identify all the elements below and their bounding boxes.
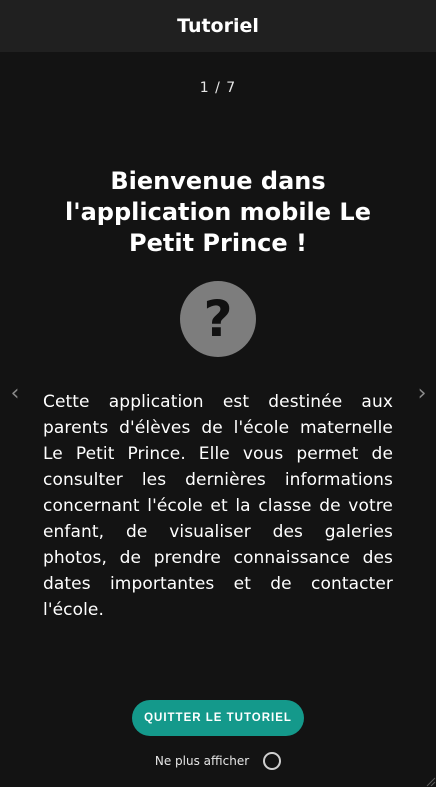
tutorial-slide: 1 / 7 Bienvenue dans l'application mobil…	[0, 52, 436, 787]
chevron-right-icon: ›	[417, 381, 427, 406]
page-counter: 1 / 7	[199, 80, 237, 96]
do-not-show-again-row: Ne plus afficher	[0, 750, 436, 772]
help-icon: ?	[180, 281, 256, 357]
resize-grip-icon	[426, 777, 436, 787]
quit-tutorial-button[interactable]: QUITTER LE TUTORIEL	[132, 700, 304, 736]
next-slide-button[interactable]: ›	[412, 380, 432, 408]
app-header: Tutoriel	[0, 0, 436, 52]
slide-title: Bienvenue dans l'application mobile Le P…	[65, 167, 371, 257]
slide-description: Cette application est destinée aux paren…	[43, 392, 393, 620]
chevron-left-icon: ‹	[10, 381, 20, 406]
previous-slide-button[interactable]: ‹	[5, 380, 25, 408]
header-title: Tutoriel	[177, 15, 259, 37]
do-not-show-again-radio[interactable]	[263, 752, 282, 770]
help-icon-glyph: ?	[203, 290, 233, 348]
do-not-show-again-label: Ne plus afficher	[154, 754, 250, 768]
